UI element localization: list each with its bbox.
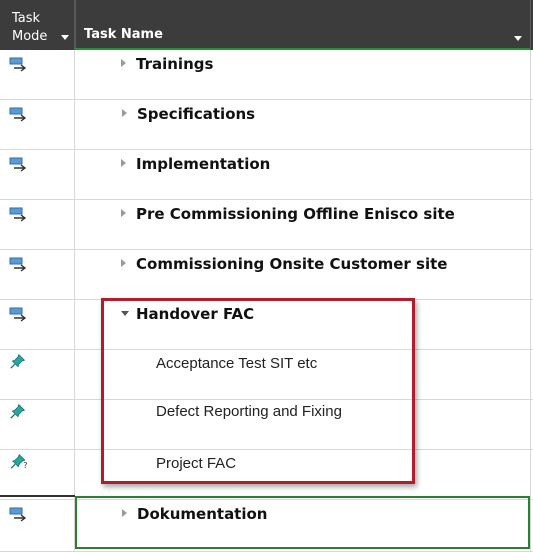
task-name-cell[interactable]: Defect Reporting and Fixing <box>75 400 530 449</box>
task-name-dropdown-icon[interactable] <box>514 36 522 41</box>
expand-triangle-icon[interactable] <box>121 159 126 167</box>
auto-schedule-icon <box>9 257 27 272</box>
task-mode-header-line1: Task <box>12 11 41 26</box>
summary-task-label: Dokumentation <box>137 505 268 523</box>
task-mode-cell[interactable] <box>0 400 75 449</box>
selection-border-top <box>75 48 530 50</box>
task-mode-cell[interactable] <box>0 500 75 551</box>
task-name-cell[interactable]: Trainings <box>75 50 530 99</box>
table-row[interactable]: Pre Commissioning Offline Enisco site <box>0 200 533 250</box>
task-mode-header[interactable]: Task Mode <box>0 0 75 50</box>
pin-question-icon: ? <box>10 453 27 469</box>
summary-task-label: Commissioning Onsite Customer site <box>136 255 448 273</box>
collapse-triangle-icon[interactable] <box>121 311 129 316</box>
task-mode-cell[interactable] <box>0 250 75 299</box>
expand-triangle-icon[interactable] <box>122 109 127 117</box>
task-name-cell[interactable]: Dokumentation <box>75 500 530 551</box>
summary-task-label: Specifications <box>137 105 256 123</box>
task-mode-cell[interactable] <box>0 350 75 399</box>
task-name-cell[interactable]: Commissioning Onsite Customer site <box>75 250 530 299</box>
summary-task-label: Implementation <box>136 155 271 173</box>
auto-schedule-icon <box>9 507 27 522</box>
expand-triangle-icon[interactable] <box>122 509 127 517</box>
column-header-bar: Task Mode Task Name <box>0 0 533 50</box>
subtask-label: Acceptance Test SIT etc <box>156 355 318 372</box>
task-mode-header-line2: Mode <box>12 29 48 44</box>
table-row[interactable]: Implementation <box>0 150 533 200</box>
table-row[interactable]: Commissioning Onsite Customer site <box>0 250 533 300</box>
summary-task-label: Handover FAC <box>136 305 255 323</box>
task-name-cell[interactable]: Implementation <box>75 150 530 199</box>
auto-schedule-icon <box>9 107 27 122</box>
table-row[interactable]: Defect Reporting and Fixing <box>0 400 533 450</box>
expand-triangle-icon[interactable] <box>121 209 126 217</box>
row-separator-line <box>0 495 75 497</box>
task-name-cell[interactable]: Handover FAC <box>75 300 530 349</box>
task-name-cell[interactable]: Project FAC <box>75 450 530 499</box>
task-mode-cell[interactable] <box>0 100 75 149</box>
subtask-label: Project FAC <box>156 455 237 472</box>
expand-triangle-icon[interactable] <box>121 259 126 267</box>
table-row[interactable]: ? Project FAC <box>0 450 533 500</box>
task-mode-cell[interactable] <box>0 300 75 349</box>
task-name-cell[interactable]: Pre Commissioning Offline Enisco site <box>75 200 530 249</box>
summary-task-label: Trainings <box>136 55 214 73</box>
summary-task-label: Pre Commissioning Offline Enisco site <box>136 205 455 223</box>
auto-schedule-icon <box>9 207 27 222</box>
table-row[interactable]: Dokumentation <box>0 500 533 552</box>
task-mode-cell[interactable] <box>0 150 75 199</box>
auto-schedule-icon <box>9 157 27 172</box>
auto-schedule-icon <box>9 307 27 322</box>
table-row[interactable]: Specifications <box>0 100 533 150</box>
task-mode-cell[interactable]: ? <box>0 450 75 499</box>
task-name-header-label: Task Name <box>84 27 163 42</box>
table-row[interactable]: Trainings <box>0 50 533 100</box>
task-mode-cell[interactable] <box>0 50 75 99</box>
pin-icon <box>10 403 26 419</box>
task-name-header[interactable]: Task Name <box>75 0 531 50</box>
table-row[interactable]: Handover FAC <box>0 300 533 350</box>
task-mode-cell[interactable] <box>0 200 75 249</box>
task-name-cell[interactable]: Specifications <box>75 100 530 149</box>
svg-text:?: ? <box>23 461 27 469</box>
auto-schedule-icon <box>9 57 27 72</box>
expand-triangle-icon[interactable] <box>121 59 126 67</box>
table-row[interactable]: Acceptance Test SIT etc <box>0 350 533 400</box>
task-name-cell[interactable]: Acceptance Test SIT etc <box>75 350 530 399</box>
task-mode-dropdown-icon[interactable] <box>61 35 69 40</box>
subtask-label: Defect Reporting and Fixing <box>156 403 342 420</box>
pin-icon <box>10 353 26 369</box>
